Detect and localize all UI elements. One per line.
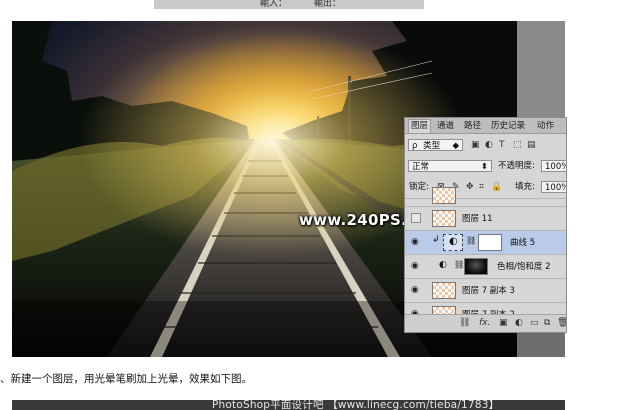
curves-adjustment-icon: ◐	[443, 234, 463, 251]
eye-icon[interactable]: ◉	[411, 261, 419, 271]
layer-name: 图层 11	[462, 214, 493, 224]
tab-history[interactable]: 历史记录	[489, 120, 527, 133]
chevron-down-icon: ◆	[452, 141, 459, 151]
input-label: 輸入：	[260, 0, 288, 9]
layer-name: 曲线 5	[510, 238, 536, 248]
chevron-down-icon: ⬍	[480, 162, 488, 172]
opacity-label: 不透明度:	[498, 161, 535, 171]
shape-filter-icon[interactable]: ⬚	[513, 139, 522, 151]
layer-name: 图层 7 副本 3	[462, 286, 515, 296]
panel-footer: ⛓ fx. ▣ ◐ ▭ ⧉ 🗑	[405, 314, 566, 332]
eye-icon[interactable]: ◉	[411, 285, 419, 295]
folder-icon[interactable]: ▭	[530, 318, 539, 328]
link-icon[interactable]: ⛓	[459, 318, 470, 328]
fill-input[interactable]: 100%	[541, 181, 566, 193]
layer-mask-thumbnail	[464, 258, 488, 275]
lock-label: 锁定:	[409, 182, 429, 192]
tab-actions[interactable]: 动作	[535, 120, 556, 133]
mask-icon[interactable]: ▣	[499, 318, 508, 328]
trash-icon[interactable]: 🗑	[557, 318, 566, 328]
layer-name: 色相/饱和度 2	[497, 262, 551, 272]
next-image-strip: PhotoShop平面设计吧 【www.linecg.com/tieba/178…	[12, 400, 565, 410]
smart-object-filter-icon[interactable]: ▤	[527, 139, 536, 151]
layer-row[interactable]: ◉ ◐ ⛓ 色相/饱和度 2	[405, 254, 566, 278]
layer-thumbnail	[432, 282, 456, 299]
fill-label: 填充:	[515, 182, 535, 192]
tab-paths[interactable]: 路径	[462, 120, 483, 133]
fx-icon[interactable]: fx.	[479, 318, 490, 328]
hue-saturation-icon: ◐	[439, 260, 447, 270]
type-filter-icon[interactable]: T	[499, 139, 505, 151]
layer-row-selected[interactable]: ◉ ↲ ◐ ⛓ 曲线 5	[405, 230, 566, 254]
adjustment-filter-icon[interactable]: ◐	[485, 139, 493, 151]
layer-filter-select[interactable]: ρ 类型 ◆	[408, 139, 463, 151]
opacity-input[interactable]: 100%	[541, 160, 566, 172]
forum-watermark: PhotoShop平面设计吧 【www.linecg.com/tieba/178…	[212, 400, 500, 410]
visibility-toggle-off[interactable]	[411, 213, 421, 223]
tab-layers[interactable]: 图层	[408, 119, 432, 133]
lock-all-icon[interactable]: 🔒	[491, 181, 502, 193]
panel-tabs: 图层 通道 路径 历史记录 动作	[405, 118, 566, 134]
layer-row[interactable]: ◉ 图层 7 副本 3	[405, 278, 566, 302]
pixel-filter-icon[interactable]: ▣	[471, 139, 480, 151]
lock-position-icon[interactable]: ✥	[466, 181, 474, 193]
lock-artboard-icon[interactable]: ⌗	[479, 181, 484, 193]
previous-image-strip: 輸入： 輸出：	[154, 0, 424, 9]
blend-mode-select[interactable]: 正常 ⬍	[408, 160, 492, 172]
adjustment-icon[interactable]: ◐	[515, 318, 523, 328]
new-layer-icon[interactable]: ⧉	[544, 318, 550, 328]
blend-mode-value: 正常	[412, 162, 430, 172]
layer-row[interactable]: 图层 11	[405, 206, 566, 230]
link-icon: ⛓	[454, 260, 465, 269]
layer-thumbnail	[432, 210, 456, 227]
output-label: 輸出：	[314, 0, 342, 9]
filter-kind: 类型	[423, 141, 441, 151]
layers-panel: 图层 通道 路径 历史记录 动作 ρ 类型 ◆ ▣ ◐ T ⬚ ▤ 正常 ⬍ 不…	[404, 117, 567, 333]
search-icon: ρ	[412, 141, 418, 151]
layer-mask-thumbnail	[478, 234, 502, 251]
layer-row-partial[interactable]	[405, 187, 566, 206]
link-icon: ⛓	[466, 236, 477, 245]
clip-arrow-icon: ↲	[432, 235, 440, 245]
tab-channels[interactable]: 通道	[435, 120, 456, 133]
eye-icon[interactable]: ◉	[411, 237, 419, 247]
step-caption: 、新建一个图层，用光晕笔刷加上光晕，效果如下图。	[0, 373, 252, 385]
layer-thumbnail	[432, 187, 456, 204]
